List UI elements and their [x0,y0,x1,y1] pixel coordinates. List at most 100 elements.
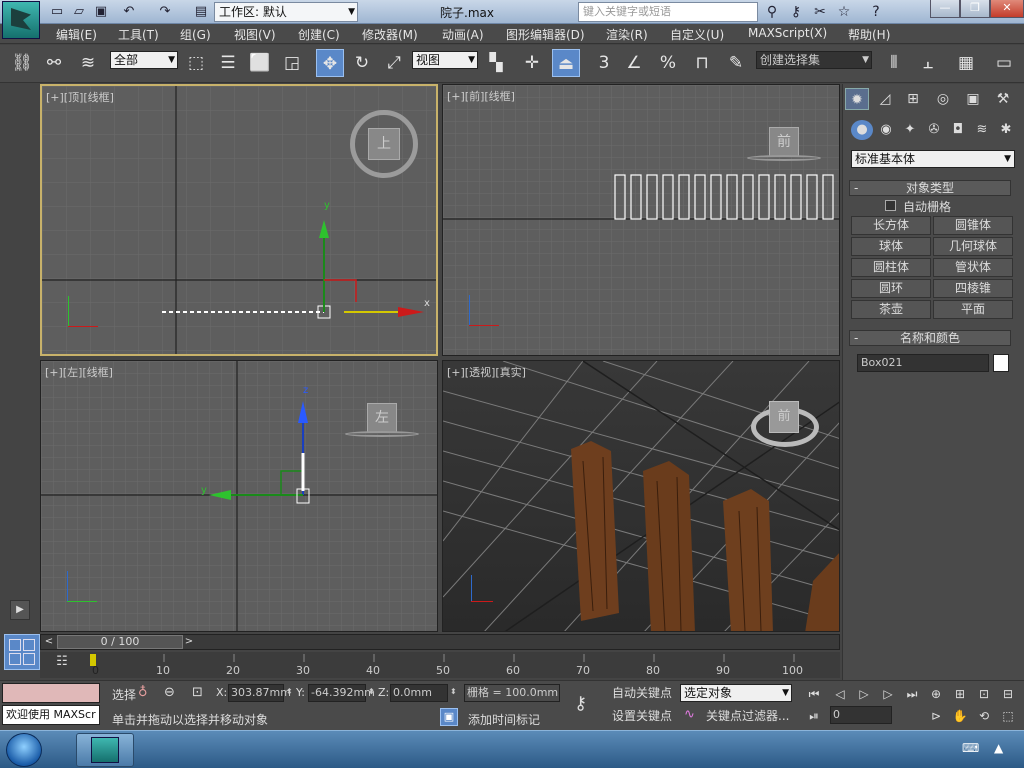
ref-coord-dropdown[interactable]: 视图 ▼ [412,51,478,69]
viewport-top[interactable]: [+][顶][线框] y x 上 [40,84,438,356]
percent-snap-icon[interactable]: % [654,49,682,77]
menu-rendering[interactable]: 渲染(R) [606,26,648,43]
tools-icon[interactable]: ✂ [810,2,830,22]
set-key-icon[interactable]: ⚷ [574,693,587,714]
undo-icon[interactable]: ↶ [120,3,138,21]
tray-arrow-icon[interactable]: ▲ [994,741,1003,755]
app-logo-icon[interactable] [2,1,40,39]
create-tab-icon[interactable]: ✹ [845,88,869,110]
close-button[interactable]: ✕ [990,0,1024,18]
select-scale-icon[interactable]: ⤢ [380,49,408,77]
window-crossing-icon[interactable]: ◲ [278,49,306,77]
menu-tools[interactable]: 工具(T) [118,26,159,43]
select-manipulate-icon[interactable]: ✛ [518,49,546,77]
sphere-button[interactable]: 球体 [851,237,931,256]
helpers-icon[interactable]: ◘ [947,120,969,140]
geometry-icon[interactable]: ● [851,120,873,140]
menu-edit[interactable]: 编辑(E) [56,26,97,43]
torus-button[interactable]: 圆环 [851,279,931,298]
workspace-dropdown[interactable]: 工作区: 默认 ▼ [214,2,358,22]
modify-tab-icon[interactable]: ◿ [873,88,897,110]
open-file-icon[interactable]: ▱ [70,3,88,21]
mirror-icon[interactable]: ⫴ [880,49,908,77]
spinner-icon[interactable]: ⬍ [368,687,375,696]
select-move-icon[interactable]: ✥ [316,49,344,77]
menu-help[interactable]: 帮助(H) [848,26,890,43]
menu-group[interactable]: 组(G) [180,26,211,43]
shapes-icon[interactable]: ◉ [875,120,897,140]
name-color-rollout[interactable]: - 名称和颜色 [849,330,1011,346]
z-coord-field[interactable]: 0.0mm [390,684,448,702]
cylinder-button[interactable]: 圆柱体 [851,258,931,277]
minimize-button[interactable]: — [930,0,960,18]
edit-named-selection-icon[interactable]: ✎ [722,49,750,77]
time-slider[interactable]: < 0 / 100 > [40,634,840,650]
set-key-button[interactable]: 设置关键点 [612,706,672,726]
field-of-view-icon[interactable]: ⊳ [926,706,946,726]
maxscript-listener-output[interactable] [2,683,100,703]
lights-icon[interactable]: ✦ [899,120,921,140]
taskbar-app-3dsmax[interactable] [76,733,134,767]
next-key-icon[interactable]: ▷ [878,684,898,704]
rect-selection-icon[interactable]: ⬜ [246,49,274,77]
menu-animation[interactable]: 动画(A) [442,26,484,43]
hierarchy-tab-icon[interactable]: ⊞ [901,88,925,110]
viewport-label[interactable]: [+][前][线框] [447,88,515,104]
viewport-layout-button[interactable] [4,634,40,670]
maximize-viewport-icon[interactable]: ⬚ [998,706,1018,726]
select-rotate-icon[interactable]: ↻ [348,49,376,77]
start-button[interactable] [6,733,42,767]
viewcube[interactable]: 左 [367,403,397,433]
viewport-perspective[interactable]: [+][透视][真实] 前 [442,360,840,632]
spinner-icon[interactable]: ⬍ [286,687,293,696]
keyboard-shortcut-override-icon[interactable]: ⏏ [552,49,580,77]
menu-view[interactable]: 视图(V) [234,26,276,43]
viewport-left[interactable]: [+][左][线框] z y 左 [40,360,438,632]
go-to-start-icon[interactable]: ⏮ [804,684,824,704]
next-frame-icon[interactable]: > [181,635,197,649]
angle-snap-icon[interactable]: ∠ [620,49,648,77]
utilities-tab-icon[interactable]: ⚒ [991,88,1015,110]
category-dropdown[interactable]: 标准基本体 ▼ [851,150,1015,168]
viewport-label[interactable]: [+][透视][真实] [447,364,526,380]
select-by-name-icon[interactable]: ☰ [214,49,242,77]
motion-tab-icon[interactable]: ◎ [931,88,955,110]
pan-hand-icon[interactable]: ✋ [950,706,970,726]
viewport-label[interactable]: [+][左][线框] [45,364,113,380]
y-coord-field[interactable]: -64.392mm [308,684,375,702]
menu-create[interactable]: 创建(C) [298,26,340,43]
current-frame-field[interactable]: 0 [830,706,892,724]
new-file-icon[interactable]: ▭ [48,3,66,21]
bind-spacewarp-icon[interactable]: ≋ [74,49,102,77]
save-icon[interactable]: ▣ [92,3,110,21]
search-input[interactable]: 键入关键字或短语 [578,2,758,22]
x-coord-field[interactable]: 303.87mm [228,684,291,702]
menu-modifiers[interactable]: 修改器(M) [362,26,418,43]
menu-customize[interactable]: 自定义(U) [670,26,724,43]
snaps-toggle-icon[interactable]: 3 [590,49,618,77]
link-icon[interactable]: ⛓ [8,49,36,77]
viewcube-ring[interactable] [345,431,419,437]
help-icon[interactable]: ? [866,2,886,22]
binoculars-icon[interactable]: ⚲ [762,2,782,22]
select-object-icon[interactable]: ⬚ [182,49,210,77]
layer-manager-icon[interactable]: ▦ [952,49,980,77]
viewcube-ring[interactable] [747,155,821,161]
key-icon[interactable]: ⚷ [786,2,806,22]
maxscript-mini-listener[interactable]: 欢迎使用 MAXScr [2,705,100,725]
play-icon[interactable]: ▶ [10,600,30,620]
viewport-front[interactable]: [+][前][线框] 前 [442,84,840,356]
graphite-ribbon-icon[interactable]: ▭ [990,49,1018,77]
isolate-bulb-icon[interactable]: ♁ [138,685,148,700]
plane-button[interactable]: 平面 [933,300,1013,319]
favorites-star-icon[interactable]: ☆ [834,2,854,22]
pivot-center-icon[interactable]: ▚ [482,49,510,77]
cameras-icon[interactable]: ✇ [923,120,945,140]
selection-lock-icon[interactable]: ⊖ [164,685,175,700]
viewcube[interactable]: 前 [769,401,799,433]
viewcube[interactable]: 上 [368,128,400,160]
zoom-icon[interactable]: ⊕ [926,684,946,704]
spinner-snap-icon[interactable]: ⊓ [688,49,716,77]
object-color-swatch[interactable] [993,354,1009,372]
autogrid-checkbox[interactable] [885,200,896,211]
